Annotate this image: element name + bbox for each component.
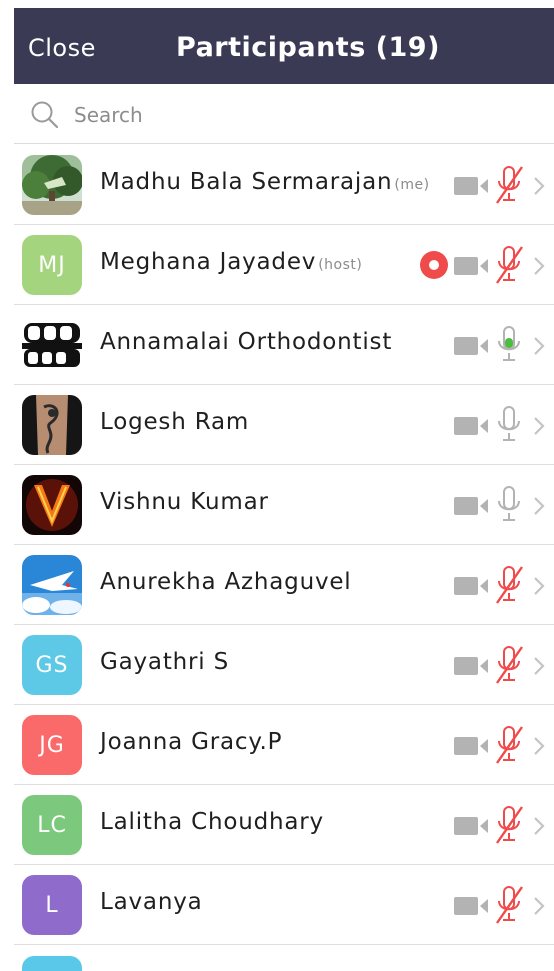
- camera-off-icon: [454, 335, 490, 357]
- mic-icon: [494, 405, 524, 445]
- participant-row[interactable]: Logesh Ram: [14, 385, 554, 465]
- participant-row[interactable]: GS Gayathri S: [14, 625, 554, 705]
- camera-off-icon: [454, 175, 490, 197]
- avatar: JG: [22, 715, 82, 775]
- participant-list: Madhu Bala Sermarajan (me) MJ Meghana Jayad…: [14, 145, 554, 945]
- participant-role-tag: (me): [394, 177, 430, 193]
- participant-name: Meghana Jayadev (host): [100, 249, 362, 275]
- mic-icon: [494, 485, 524, 525]
- camera-off-icon: [454, 735, 490, 757]
- status-bar-area: [0, 0, 554, 8]
- partial-avatar: [22, 956, 82, 971]
- avatar: [22, 475, 82, 535]
- avatar: [22, 555, 82, 615]
- chevron-right-icon[interactable]: [532, 655, 546, 677]
- camera-off-icon: [454, 655, 490, 677]
- search-icon: [31, 101, 59, 129]
- camera-off-icon: [454, 815, 490, 837]
- close-button[interactable]: Close: [28, 34, 96, 62]
- participant-name-text: Meghana Jayadev: [100, 249, 317, 275]
- mic-muted-icon: [494, 245, 524, 285]
- participant-name-text: Lalitha Choudhary: [100, 809, 324, 835]
- chevron-right-icon[interactable]: [532, 175, 546, 197]
- participant-name-text: Lavanya: [100, 889, 203, 915]
- participant-name-text: Anurekha Azhaguvel: [100, 569, 352, 595]
- participant-name-text: Logesh Ram: [100, 409, 250, 435]
- avatar: [22, 155, 82, 215]
- participant-name: Gayathri S: [100, 649, 229, 675]
- avatar: [22, 395, 82, 455]
- participant-row[interactable]: Annamalai Orthodontist: [14, 305, 554, 385]
- camera-off-icon: [454, 895, 490, 917]
- avatar: MJ: [22, 235, 82, 295]
- participant-name: Joanna Gracy.P: [100, 729, 282, 755]
- camera-off-icon: [454, 415, 490, 437]
- participant-row[interactable]: JG Joanna Gracy.P: [14, 705, 554, 785]
- participant-role-tag: (host): [318, 257, 363, 273]
- participants-header: Close Participants (19): [14, 8, 554, 84]
- avatar: GS: [22, 635, 82, 695]
- participant-row[interactable]: Anurekha Azhaguvel: [14, 545, 554, 625]
- chevron-right-icon[interactable]: [532, 575, 546, 597]
- camera-off-icon: [454, 495, 490, 517]
- chevron-right-icon[interactable]: [532, 895, 546, 917]
- participant-name: Vishnu Kumar: [100, 489, 269, 515]
- participant-row[interactable]: MJ Meghana Jayadev (host): [14, 225, 554, 305]
- chevron-right-icon[interactable]: [532, 415, 546, 437]
- participant-name: Anurekha Azhaguvel: [100, 569, 352, 595]
- mic-muted-icon: [494, 645, 524, 685]
- mic-muted-icon: [494, 165, 524, 205]
- mic-muted-icon: [494, 885, 524, 925]
- camera-off-icon: [454, 255, 490, 277]
- participant-row[interactable]: Madhu Bala Sermarajan (me): [14, 145, 554, 225]
- participant-name: Lalitha Choudhary: [100, 809, 324, 835]
- recording-icon: [420, 251, 448, 279]
- avatar: LC: [22, 795, 82, 855]
- page-title: Participants (19): [176, 32, 440, 63]
- participant-row[interactable]: LC Lalitha Choudhary: [14, 785, 554, 865]
- mic-muted-icon: [494, 725, 524, 765]
- chevron-right-icon[interactable]: [532, 735, 546, 757]
- mic-icon: [494, 325, 524, 365]
- participant-name: Logesh Ram: [100, 409, 249, 435]
- participant-name: Annamalai Orthodontist: [100, 329, 392, 355]
- chevron-right-icon[interactable]: [532, 335, 546, 357]
- search-input[interactable]: [72, 98, 476, 132]
- participant-name-text: Annamalai Orthodontist: [100, 329, 393, 355]
- chevron-right-icon[interactable]: [532, 815, 546, 837]
- participant-row[interactable]: Vishnu Kumar: [14, 465, 554, 545]
- camera-off-icon: [454, 575, 490, 597]
- avatar: L: [22, 875, 82, 935]
- participant-name: Madhu Bala Sermarajan (me): [100, 169, 430, 195]
- chevron-right-icon[interactable]: [532, 495, 546, 517]
- mic-muted-icon: [494, 565, 524, 605]
- participant-name-text: Madhu Bala Sermarajan: [100, 169, 393, 195]
- participant-name-text: Gayathri S: [100, 649, 229, 675]
- participant-name: Lavanya: [100, 889, 203, 915]
- participant-row[interactable]: L Lavanya: [14, 865, 554, 945]
- participant-name-text: Vishnu Kumar: [100, 489, 269, 515]
- avatar: [22, 315, 82, 375]
- chevron-right-icon[interactable]: [532, 255, 546, 277]
- participant-name-text: Joanna Gracy.P: [100, 729, 283, 755]
- mic-muted-icon: [494, 805, 524, 845]
- search-bar: [14, 84, 554, 144]
